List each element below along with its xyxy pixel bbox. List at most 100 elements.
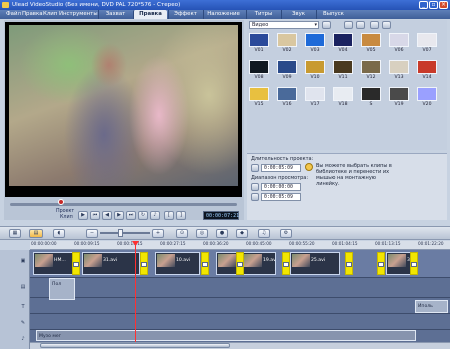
playhead-line[interactable] [135, 241, 136, 349]
settings-icon[interactable]: ⚙ [280, 229, 292, 238]
music-clip[interactable]: Музо мег [36, 330, 416, 341]
menu-bar: Файл Правка Клип Инструменты Захват Прав… [0, 10, 450, 19]
library-thumb[interactable] [361, 60, 381, 74]
timeline-ruler[interactable]: 00:00:00:00 00:00:09:15 00:00:19:15 00:00:2… [30, 241, 450, 250]
clip-label: 25.avi [311, 258, 326, 263]
mark-in-icon[interactable]: [ [164, 211, 174, 220]
library-thumb[interactable] [277, 87, 297, 101]
tab-title[interactable]: Титры [246, 10, 280, 19]
overlay-clip-left[interactable]: Пол [49, 278, 75, 300]
library-thumb[interactable] [305, 60, 325, 74]
library-thumb-label: V16 [282, 102, 292, 107]
library-thumb[interactable] [361, 33, 381, 47]
menu-edit[interactable]: Правка [22, 10, 43, 19]
scrub-bar[interactable] [10, 203, 237, 206]
library-thumb[interactable] [417, 60, 437, 74]
audio-view-icon[interactable]: ◖ [53, 229, 65, 238]
mix-icon[interactable]: ♫ [258, 229, 270, 238]
tab-audio[interactable]: Звук [281, 10, 315, 19]
timecode-display[interactable]: 00:00:07:21 [203, 211, 239, 220]
range-start-field[interactable]: 0:00:00:00 [261, 183, 301, 191]
go-end-icon[interactable]: ⏭ [126, 211, 136, 220]
library-thumb[interactable] [249, 33, 269, 47]
voice-track[interactable] [30, 314, 450, 330]
library-thumb[interactable] [333, 60, 353, 74]
tab-effect[interactable]: Эффект [168, 10, 202, 19]
library-thumb-label: V11 [338, 75, 348, 80]
library-thumb[interactable] [277, 33, 297, 47]
library-thumb[interactable] [389, 33, 409, 47]
library-thumb[interactable] [417, 33, 437, 47]
tab-overlay[interactable]: Наложение [203, 10, 243, 19]
library-options-icon[interactable] [322, 21, 331, 29]
library-thumb[interactable] [305, 33, 325, 47]
menu-tools[interactable]: Инструменты [59, 10, 98, 19]
tab-share[interactable]: Выпуск [316, 10, 350, 19]
timeline-view-icon[interactable]: ▤ [29, 229, 43, 238]
library-thumb[interactable] [249, 60, 269, 74]
library-thumb[interactable] [249, 87, 269, 101]
overlay-track-icon[interactable]: ▤ [18, 284, 28, 290]
library-thumb[interactable] [389, 87, 409, 101]
library-view-icon[interactable] [370, 21, 379, 29]
go-start-icon[interactable]: ⏮ [90, 211, 100, 220]
title-track-icon[interactable]: T [18, 304, 28, 310]
menu-file[interactable]: Файл [6, 10, 21, 19]
library-thumb[interactable] [333, 33, 353, 47]
next-frame-icon[interactable]: ▶ [114, 211, 124, 220]
zoom-out-icon[interactable]: − [86, 229, 98, 238]
voice-track-icon[interactable]: ✎ [18, 320, 28, 326]
fit-project-icon[interactable]: ⊙ [176, 229, 188, 238]
snapshot-icon[interactable]: ◆ [236, 229, 248, 238]
library-thumb[interactable] [417, 87, 437, 101]
minimize-icon[interactable]: _ [419, 1, 428, 9]
library-thumb[interactable] [361, 87, 381, 101]
repeat-icon[interactable]: ↻ [138, 211, 148, 220]
play-icon[interactable]: ▶ [78, 211, 88, 220]
library-thumb[interactable] [333, 87, 353, 101]
overlay-clip-right-label: Иполь [418, 304, 433, 309]
mute-icon[interactable]: ◎ [196, 229, 208, 238]
duration-field[interactable]: 0:00:05:09 [261, 164, 301, 172]
library-category-dropdown[interactable]: Видео ▾ [249, 21, 319, 29]
library-sort-icon[interactable] [356, 21, 365, 29]
video-clip[interactable]: 31.avi [82, 252, 140, 275]
zoom-in-icon[interactable]: + [152, 229, 164, 238]
zoom-slider-handle[interactable] [118, 229, 123, 237]
transition-icon [411, 262, 417, 267]
library-close-icon[interactable] [382, 21, 391, 29]
mark-out-icon[interactable]: ] [176, 211, 186, 220]
clip-thumbnail [35, 254, 53, 267]
volume-icon[interactable]: ♪ [150, 211, 160, 220]
record-icon[interactable]: ● [216, 229, 228, 238]
mode-clip-label[interactable]: Клип [60, 215, 73, 220]
range-end-field[interactable]: 0:00:05:09 [261, 193, 301, 201]
library-import-icon[interactable] [344, 21, 353, 29]
library-thumb[interactable] [277, 60, 297, 74]
library-thumb[interactable] [389, 60, 409, 74]
maximize-icon[interactable]: ▫ [429, 1, 438, 9]
storyboard-view-icon[interactable]: ▦ [9, 229, 21, 238]
video-clip[interactable]: 10.avi [155, 252, 200, 275]
library-thumb-label: V19 [394, 102, 404, 107]
library-thumb-label: V17 [310, 102, 320, 107]
tab-edit[interactable]: Правка [133, 10, 167, 19]
video-clip[interactable]: 19.avi [242, 252, 276, 275]
mode-project-label[interactable]: Проект [56, 209, 74, 214]
prev-frame-icon[interactable]: ◀ [102, 211, 112, 220]
music-track-icon[interactable]: ♪ [18, 336, 28, 342]
zoom-slider[interactable] [100, 232, 150, 234]
overlay-clip-right[interactable]: Иполь [415, 300, 448, 313]
video-clip[interactable]: НМ... [33, 252, 73, 275]
video-clip[interactable]: 20.avi [216, 252, 238, 275]
menu-clip[interactable]: Клип [43, 10, 57, 19]
scrub-handle[interactable] [58, 199, 64, 205]
tab-capture[interactable]: Захват [98, 10, 132, 19]
library-thumb[interactable] [305, 87, 325, 101]
title-track[interactable] [30, 298, 450, 314]
close-icon[interactable]: × [439, 1, 448, 9]
timeline-scroll-thumb[interactable] [40, 343, 230, 348]
video-track-icon[interactable]: ▣ [18, 258, 28, 264]
overlay-track[interactable] [30, 278, 450, 298]
video-clip[interactable]: 25.avi [290, 252, 340, 275]
